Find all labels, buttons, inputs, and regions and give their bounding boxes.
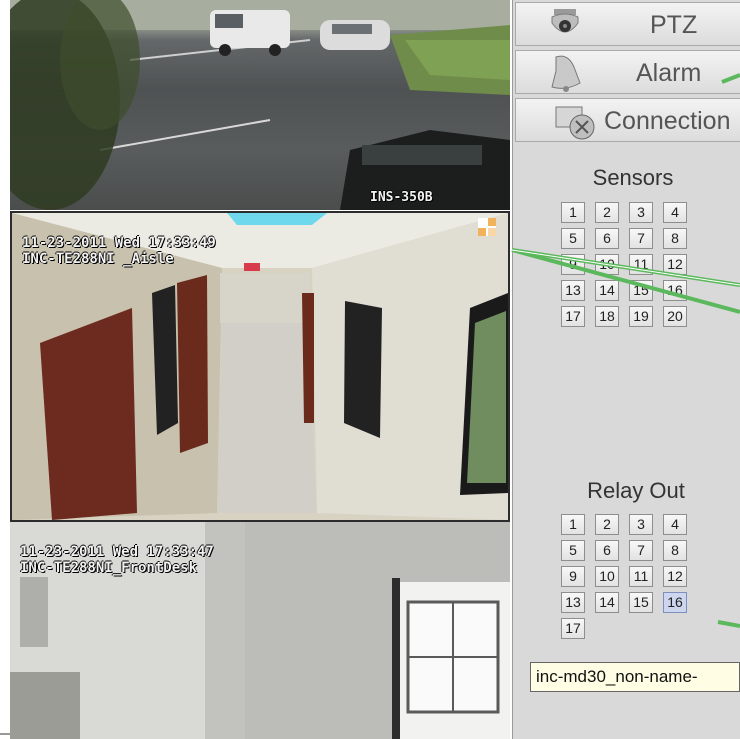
layout-grid-icon[interactable] — [478, 218, 496, 236]
sensor-17-button[interactable]: 17 — [561, 306, 585, 327]
ptz-label: PTZ — [650, 11, 698, 39]
relay-5-button[interactable]: 5 — [561, 540, 585, 561]
relay-8-button[interactable]: 8 — [663, 540, 687, 561]
bell-icon — [551, 55, 581, 92]
sensors-title: Sensors — [592, 165, 674, 190]
relay-14-button[interactable]: 14 — [595, 592, 619, 613]
sensor-15-button[interactable]: 15 — [629, 280, 653, 301]
relay-17-button[interactable]: 17 — [561, 618, 585, 639]
relay-9-button[interactable]: 9 — [561, 566, 585, 587]
camera-view-front-desk[interactable]: 11-23-2011 Wed 17:33:47 INC-TE288NI_Fron… — [10, 522, 510, 739]
alarm-label: Alarm — [636, 59, 702, 87]
sensor-14-button[interactable]: 14 — [595, 280, 619, 301]
camera-name: INC-TE288NI_FrontDesk — [20, 560, 198, 576]
relay-10-button[interactable]: 10 — [595, 566, 619, 587]
relay-out-title: Relay Out — [587, 478, 685, 503]
sensor-6-button[interactable]: 6 — [595, 228, 619, 249]
dome-camera-icon — [551, 9, 579, 33]
relay-6-button[interactable]: 6 — [595, 540, 619, 561]
relay-11-button[interactable]: 11 — [629, 566, 653, 587]
relay-7-button[interactable]: 7 — [629, 540, 653, 561]
camera-view-aisle[interactable]: 11-23-2011 Wed 17:33:49 INC-TE288NI _Ais… — [10, 211, 510, 522]
ptz-button[interactable]: PTZ — [515, 2, 740, 46]
relay-3-button[interactable]: 3 — [629, 514, 653, 535]
sensor-5-button[interactable]: 5 — [561, 228, 585, 249]
sensor-16-button[interactable]: 16 — [663, 280, 687, 301]
sensor-8-button[interactable]: 8 — [663, 228, 687, 249]
camera-datetime: 11-23-2011 Wed 17:33:49 — [22, 235, 216, 251]
relay-tooltip: inc-md30_non-name- — [530, 662, 740, 692]
sensor-20-button[interactable]: 20 — [663, 306, 687, 327]
camera-label: INS-350B — [370, 190, 433, 205]
camera-name: INC-TE288NI _Aisle — [22, 251, 174, 267]
connection-icon — [555, 106, 595, 140]
parking-lot-scene — [10, 0, 510, 210]
relay-2-button[interactable]: 2 — [595, 514, 619, 535]
relay-13-button[interactable]: 13 — [561, 592, 585, 613]
sensor-13-button[interactable]: 13 — [561, 280, 585, 301]
relay-4-button[interactable]: 4 — [663, 514, 687, 535]
sensor-3-button[interactable]: 3 — [629, 202, 653, 223]
sensor-9-button[interactable]: 9 — [561, 254, 585, 275]
camera-datetime: 11-23-2011 Wed 17:33:47 — [20, 544, 214, 560]
sensor-18-button[interactable]: 18 — [595, 306, 619, 327]
alarm-button[interactable]: Alarm — [515, 50, 740, 94]
relay-1-button[interactable]: 1 — [561, 514, 585, 535]
sensor-10-button[interactable]: 10 — [595, 254, 619, 275]
sensor-1-button[interactable]: 1 — [561, 202, 585, 223]
control-panel: PTZ Alarm Connection Sensors 1 2 3 4 5 6 7 8 9 10… — [512, 0, 740, 739]
sensor-11-button[interactable]: 11 — [629, 254, 653, 275]
sensor-4-button[interactable]: 4 — [663, 202, 687, 223]
camera-view-parking-lot[interactable]: INS-350B — [10, 0, 510, 210]
relay-12-button[interactable]: 12 — [663, 566, 687, 587]
sensor-19-button[interactable]: 19 — [629, 306, 653, 327]
relay-16-button[interactable]: 16 — [663, 592, 687, 613]
connection-button[interactable]: Connection — [515, 98, 740, 142]
sensor-2-button[interactable]: 2 — [595, 202, 619, 223]
connection-label: Connection — [604, 107, 731, 135]
sensor-7-button[interactable]: 7 — [629, 228, 653, 249]
relay-15-button[interactable]: 15 — [629, 592, 653, 613]
sensor-12-button[interactable]: 12 — [663, 254, 687, 275]
